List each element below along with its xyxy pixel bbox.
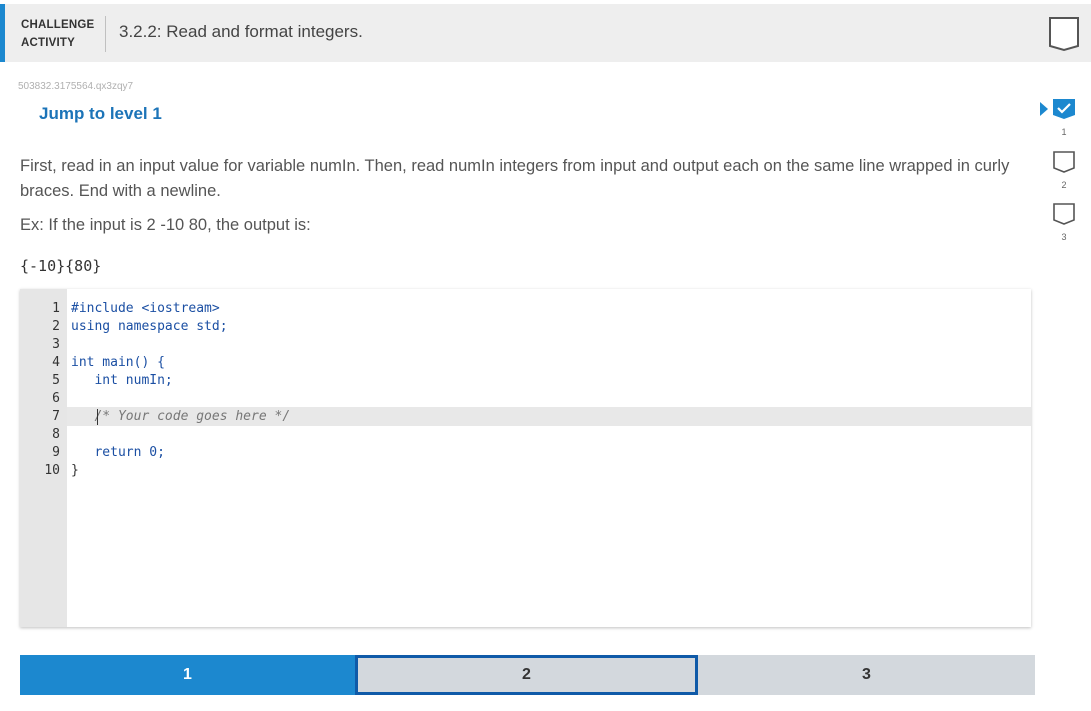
header-accent-bar (0, 4, 5, 62)
empty-square-icon[interactable] (1052, 150, 1076, 174)
code-editor[interactable]: 1 2 3 4 5 6 7 8 9 10 #include <iostream>… (20, 289, 1031, 627)
jump-to-level-link[interactable]: Jump to level 1 (39, 104, 162, 124)
code-line[interactable]: } (71, 463, 79, 478)
line-number: 10 (44, 463, 60, 478)
line-number: 9 (52, 445, 60, 460)
code-line[interactable]: /* Your code goes here */ (71, 409, 290, 424)
activity-type-label: CHALLENGE ACTIVITY (21, 19, 95, 49)
line-number: 4 (52, 355, 60, 370)
side-level-number: 2 (1061, 180, 1067, 190)
line-number-gutter: 1 2 3 4 5 6 7 8 9 10 (20, 289, 67, 627)
text-cursor (97, 409, 98, 425)
line-number: 5 (52, 373, 60, 388)
level-3-button[interactable]: 3 (698, 655, 1035, 695)
side-level-number: 1 (1061, 127, 1067, 137)
code-line[interactable]: using namespace std; (71, 319, 228, 334)
level-2-button[interactable]: 2 (355, 655, 698, 695)
instructions-text: First, read in an input value for variab… (20, 157, 1010, 200)
code-line[interactable]: #include <iostream> (71, 301, 220, 316)
level-1-button[interactable]: 1 (20, 655, 355, 695)
activity-header: CHALLENGE ACTIVITY 3.2.2: Read and forma… (0, 4, 1091, 62)
line-number: 3 (52, 337, 60, 352)
empty-square-icon[interactable] (1052, 202, 1076, 226)
code-line[interactable]: int main() { (71, 355, 165, 370)
line-number: 2 (52, 319, 60, 334)
line-number: 1 (52, 301, 60, 316)
completion-square-icon (1049, 17, 1079, 52)
side-level-number: 3 (1061, 232, 1067, 242)
header-divider (105, 16, 106, 52)
activity-title: 3.2.2: Read and format integers. (119, 22, 363, 41)
checkmark-icon[interactable] (1052, 98, 1076, 120)
example-text: Ex: If the input is 2 -10 80, the output… (20, 216, 311, 234)
line-number: 6 (52, 391, 60, 406)
activity-id: 503832.3175564.qx3zqy7 (18, 81, 134, 92)
code-line[interactable]: return 0; (71, 445, 164, 460)
line-number: 8 (52, 427, 60, 442)
example-output: {-10}{80} (20, 257, 102, 275)
line-number: 7 (52, 409, 60, 424)
code-line[interactable]: int numIn; (71, 373, 172, 388)
current-level-arrow-icon (1040, 102, 1048, 116)
